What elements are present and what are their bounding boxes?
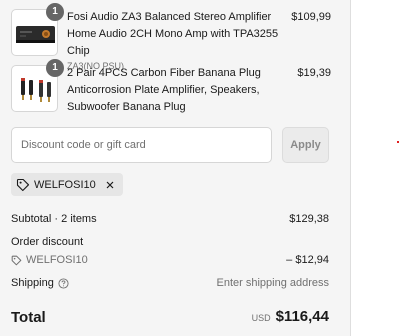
item-title: 2 Pair 4PCS Carbon Fiber Banana Plug Ant… <box>67 67 261 113</box>
help-icon[interactable] <box>58 277 69 289</box>
close-icon[interactable] <box>104 179 116 191</box>
tag-icon <box>11 255 22 265</box>
order-discount-label: Order discount <box>11 236 84 248</box>
shipping-value: Enter shipping address <box>216 277 329 289</box>
subtotal-row: Subtotal · 2 items $129,38 <box>11 211 329 227</box>
subtotal-label: Subtotal · 2 items <box>11 213 97 225</box>
order-discount-row: Order discount <box>11 234 329 250</box>
discount-value: – $12,94 <box>286 254 329 266</box>
discount-code-row: WELFOSI10 – $12,94 <box>11 252 329 268</box>
total-label: Total <box>11 308 46 326</box>
applied-discount-tag: WELFOSI10 <box>11 173 123 196</box>
applied-code-label: WELFOSI10 <box>34 178 96 191</box>
discount-code-summary: WELFOSI10 <box>11 252 88 268</box>
shipping-label-group: Shipping <box>11 275 69 291</box>
discount-code-input[interactable] <box>11 127 272 163</box>
product-thumbnail: 1 <box>11 59 64 112</box>
shipping-row: Shipping Enter shipping address <box>11 275 329 291</box>
subtotal-value: $129,38 <box>289 213 329 225</box>
item-info: Fosi Audio ZA3 Balanced Stereo Amplifier… <box>67 9 285 72</box>
total-value: $116,44 <box>275 308 329 325</box>
total-amount-group: USD $116,44 <box>252 307 329 328</box>
shipping-label: Shipping <box>11 277 54 289</box>
discount-code-text: WELFOSI10 <box>26 254 88 266</box>
product-thumbnail: 1 <box>11 3 64 56</box>
tag-icon <box>16 178 30 191</box>
quantity-badge: 1 <box>46 59 64 77</box>
apply-button[interactable]: Apply <box>282 127 329 163</box>
quantity-badge: 1 <box>46 3 64 21</box>
line-item: 1 Fosi Audio ZA3 Balanced Stereo Amplifi… <box>11 3 331 71</box>
line-item: 1 2 Pair 4PCS Carbon Fiber Banana Plug A… <box>11 59 331 117</box>
red-dot-marker <box>397 141 399 143</box>
total-row: Total USD $116,44 <box>11 307 329 328</box>
item-price: $19,39 <box>297 67 331 79</box>
item-info: 2 Pair 4PCS Carbon Fiber Banana Plug Ant… <box>67 65 285 116</box>
order-summary-panel: 1 Fosi Audio ZA3 Balanced Stereo Amplifi… <box>0 0 351 336</box>
item-price: $109,99 <box>291 11 331 23</box>
item-title: Fosi Audio ZA3 Balanced Stereo Amplifier… <box>67 11 279 57</box>
currency-code: USD <box>251 313 271 323</box>
discount-form: Apply <box>11 127 329 163</box>
